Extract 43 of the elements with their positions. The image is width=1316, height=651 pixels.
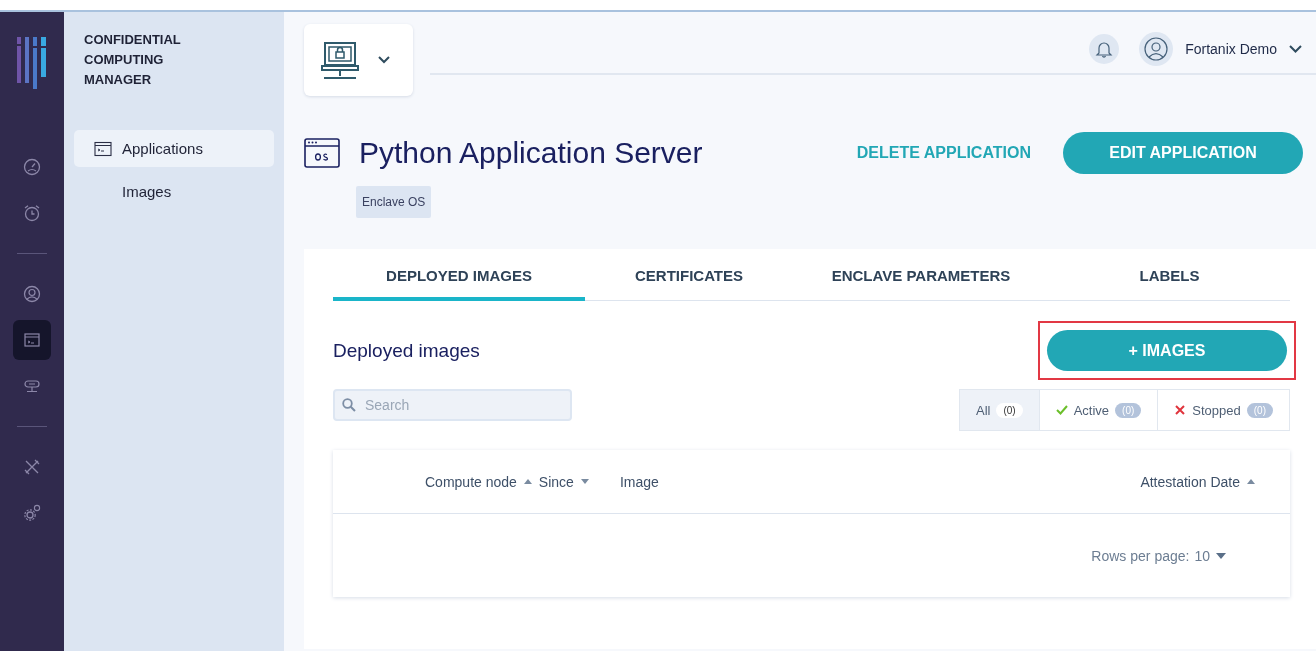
rail-item[interactable] xyxy=(13,320,51,360)
os-window-icon xyxy=(304,138,340,168)
column-header[interactable]: Compute node xyxy=(425,473,533,490)
rows-per-page-label: Rows per page: xyxy=(1091,548,1190,564)
tab[interactable]: ENCLAVE PARAMETERS xyxy=(793,265,1049,301)
bell-icon xyxy=(1095,39,1114,58)
status-filter[interactable]: All (0) xyxy=(960,390,1039,430)
user-icon xyxy=(23,285,41,303)
enclave-tag: Enclave OS xyxy=(356,186,432,218)
section-title: Deployed images xyxy=(333,339,480,362)
terminal-window-icon xyxy=(23,331,41,349)
caret-down-icon xyxy=(1216,553,1226,559)
tab[interactable]: LABELS xyxy=(1049,265,1290,301)
tab[interactable]: CERTIFICATES xyxy=(585,265,793,301)
gears-icon xyxy=(23,504,41,522)
product-name: CONFIDENTIAL COMPUTING MANAGER xyxy=(84,31,182,89)
column-header[interactable]: Image xyxy=(619,473,659,490)
tab[interactable]: DEPLOYED IMAGES xyxy=(333,265,585,301)
cross-icon xyxy=(1174,404,1187,416)
tools-icon xyxy=(23,458,41,476)
user-menu[interactable]: Fortanix Demo xyxy=(1139,31,1302,66)
gauge-icon xyxy=(23,158,41,176)
user-avatar-icon xyxy=(1144,36,1169,61)
notifications-button[interactable] xyxy=(1089,33,1120,64)
nav-item[interactable]: Images xyxy=(74,173,274,210)
chevron-down-icon xyxy=(378,56,390,64)
rows-per-page-select[interactable]: 10 xyxy=(1194,548,1226,564)
count-badge: (0) xyxy=(996,402,1023,418)
chevron-down-icon xyxy=(1289,44,1302,53)
search-field[interactable]: Search xyxy=(333,389,572,421)
alarm-clock-icon xyxy=(23,204,41,222)
server-icon xyxy=(23,377,41,395)
check-icon xyxy=(1055,404,1068,416)
logo-icon xyxy=(16,34,48,90)
application-title: Python Application Server xyxy=(359,136,703,170)
nav-item[interactable]: Applications xyxy=(74,130,274,167)
column-header[interactable]: Attestation Date xyxy=(1140,473,1256,490)
count-badge: (0) xyxy=(1115,402,1142,418)
search-icon xyxy=(342,398,356,412)
count-badge: (0) xyxy=(1246,402,1273,418)
device-selector[interactable] xyxy=(304,24,413,96)
laptop-lock-icon xyxy=(320,40,360,80)
column-header[interactable]: Since xyxy=(538,473,590,490)
